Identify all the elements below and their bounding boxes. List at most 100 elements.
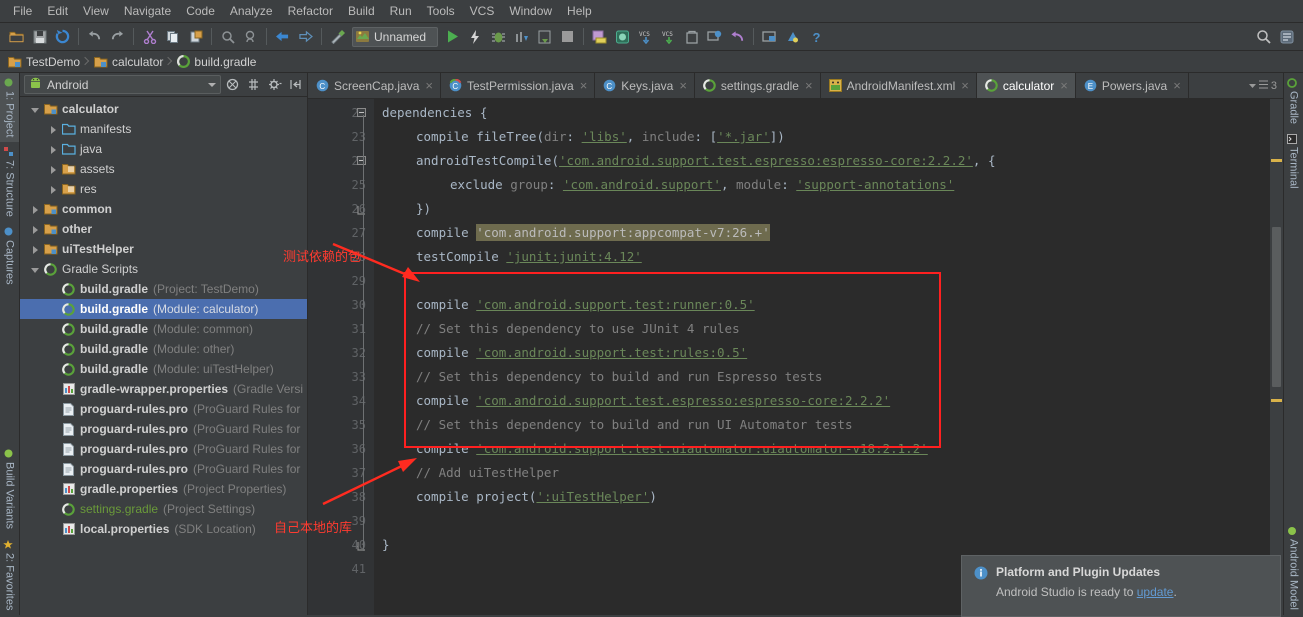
help-icon[interactable]: ?	[805, 26, 826, 47]
tree-item[interactable]: build.gradle (Module: common)	[20, 319, 307, 339]
update-link[interactable]: update	[1137, 585, 1174, 599]
chevron-right-icon[interactable]	[48, 164, 59, 175]
project-tree[interactable]: calculator manifests java assets res common ot…	[20, 97, 307, 615]
apply-changes-icon[interactable]	[465, 26, 486, 47]
close-icon[interactable]: ×	[678, 79, 688, 92]
settings-gear-icon[interactable]	[265, 75, 284, 94]
menu-item-navigate[interactable]: Navigate	[117, 2, 178, 20]
tree-item[interactable]: assets	[20, 159, 307, 179]
back-icon[interactable]	[272, 26, 293, 47]
tree-item[interactable]: common	[20, 199, 307, 219]
tree-item[interactable]: gradle-wrapper.properties (Gradle Versi	[20, 379, 307, 399]
tree-item[interactable]: proguard-rules.pro (ProGuard Rules for	[20, 459, 307, 479]
stop-icon[interactable]	[557, 26, 578, 47]
chevron-right-icon[interactable]	[48, 144, 59, 155]
forward-icon[interactable]	[295, 26, 316, 47]
menu-item-build[interactable]: Build	[341, 2, 382, 20]
chevron-right-icon[interactable]	[30, 244, 41, 255]
notification-balloon[interactable]: Platform and Plugin Updates Android Stud…	[961, 555, 1281, 617]
tree-item[interactable]: build.gradle (Project: TestDemo)	[20, 279, 307, 299]
tree-item[interactable]: build.gradle (Module: calculator)	[20, 299, 307, 319]
tool-window-tab-project[interactable]: 1: Project	[0, 73, 19, 143]
editor-tab-testpermission-java[interactable]: C TestPermission.java ×	[441, 73, 596, 98]
tree-item[interactable]: other	[20, 219, 307, 239]
tree-item[interactable]: build.gradle (Module: other)	[20, 339, 307, 359]
editor-tab-screencap-java[interactable]: C ScreenCap.java ×	[308, 73, 441, 98]
tree-item[interactable]: settings.gradle (Project Settings)	[20, 499, 307, 519]
code-editor[interactable]: 2223242526272829303132333435363738394041…	[308, 99, 1283, 615]
menu-item-edit[interactable]: Edit	[40, 2, 75, 20]
copy-icon[interactable]	[162, 26, 183, 47]
vcs-commit-icon[interactable]: VCS	[658, 26, 679, 47]
chevron-right-icon[interactable]	[30, 224, 41, 235]
menu-item-help[interactable]: Help	[560, 2, 599, 20]
build-hammer-icon[interactable]	[327, 26, 348, 47]
editor-tab-androidmanifest-xml[interactable]: AndroidManifest.xml ×	[821, 73, 977, 98]
editor-tab-calculator[interactable]: calculator ×	[976, 73, 1076, 98]
editor-tab-powers-java[interactable]: E Powers.java ×	[1076, 73, 1189, 98]
tree-item[interactable]: local.properties (SDK Location)	[20, 519, 307, 539]
tool-window-tab-favorites[interactable]: 2: Favorites	[0, 535, 19, 615]
tree-item[interactable]: proguard-rules.pro (ProGuard Rules for	[20, 419, 307, 439]
code-content[interactable]: dependencies {compile fileTree(dir: 'lib…	[374, 99, 1283, 615]
hide-panel-icon[interactable]	[286, 75, 305, 94]
menu-item-refactor[interactable]: Refactor	[281, 2, 340, 20]
tree-item[interactable]: calculator	[20, 99, 307, 119]
search-icon[interactable]	[1253, 26, 1274, 47]
editor-tab-keys-java[interactable]: C Keys.java ×	[595, 73, 695, 98]
close-icon[interactable]: ×	[579, 79, 589, 92]
tool-window-tab-build-variants[interactable]: Build Variants	[0, 444, 19, 534]
menu-item-run[interactable]: Run	[383, 2, 419, 20]
tool-window-tab-captures[interactable]: Captures	[0, 222, 19, 290]
sync-icon[interactable]	[52, 26, 73, 47]
breadcrumb-item-calculator[interactable]: calculator	[90, 54, 171, 70]
sdk-manager-icon[interactable]	[589, 26, 610, 47]
menu-item-view[interactable]: View	[76, 2, 116, 20]
menu-item-window[interactable]: Window	[502, 2, 559, 20]
chevron-down-icon[interactable]	[30, 104, 41, 115]
layout-inspector-icon[interactable]	[681, 26, 702, 47]
revert-icon[interactable]	[727, 26, 748, 47]
open-project-icon[interactable]	[6, 26, 27, 47]
editor-scrollbar[interactable]	[1270, 99, 1283, 615]
settings-icon[interactable]	[782, 26, 803, 47]
editor-tab-overflow[interactable]: 3	[1243, 73, 1283, 98]
breadcrumb-item-testdemo[interactable]: TestDemo	[4, 54, 88, 70]
run-configuration-selector[interactable]: Unnamed	[352, 26, 439, 47]
collapse-all-icon[interactable]	[223, 75, 242, 94]
tree-item[interactable]: Gradle Scripts	[20, 259, 307, 279]
project-scope-selector[interactable]: Android	[24, 75, 221, 94]
tree-item[interactable]: proguard-rules.pro (ProGuard Rules for	[20, 399, 307, 419]
find-icon[interactable]	[217, 26, 238, 47]
menu-item-analyze[interactable]: Analyze	[223, 2, 280, 20]
menu-item-file[interactable]: File	[6, 2, 39, 20]
project-structure-icon[interactable]	[759, 26, 780, 47]
chevron-right-icon[interactable]	[48, 124, 59, 135]
more-icon[interactable]	[1276, 26, 1297, 47]
tool-window-tab-terminal[interactable]: Terminal	[1284, 129, 1303, 194]
tree-item[interactable]: uiTestHelper	[20, 239, 307, 259]
save-all-icon[interactable]	[29, 26, 50, 47]
tree-item[interactable]: manifests	[20, 119, 307, 139]
tree-item[interactable]: java	[20, 139, 307, 159]
editor-tab-settings-gradle[interactable]: settings.gradle ×	[695, 73, 821, 98]
chevron-right-icon[interactable]	[48, 184, 59, 195]
chevron-down-icon[interactable]	[30, 264, 41, 275]
monitor-icon[interactable]	[704, 26, 725, 47]
tool-window-tab-structure[interactable]: 7: Structure	[0, 142, 19, 222]
paste-icon[interactable]	[185, 26, 206, 47]
menu-item-tools[interactable]: Tools	[420, 2, 462, 20]
profile-icon[interactable]	[511, 26, 532, 47]
close-icon[interactable]: ×	[804, 79, 814, 92]
attach-debugger-icon[interactable]	[534, 26, 555, 47]
menu-item-vcs[interactable]: VCS	[463, 2, 502, 20]
debug-icon[interactable]	[488, 26, 509, 47]
avd-manager-icon[interactable]	[612, 26, 633, 47]
tool-window-tab-gradle[interactable]: Gradle	[1284, 73, 1303, 129]
find-usages-icon[interactable]	[240, 26, 261, 47]
run-icon[interactable]	[442, 26, 463, 47]
tree-item[interactable]: res	[20, 179, 307, 199]
vcs-update-icon[interactable]: VCS	[635, 26, 656, 47]
tool-window-tab-android-model[interactable]: Android Model	[1284, 521, 1303, 615]
undo-icon[interactable]	[84, 26, 105, 47]
